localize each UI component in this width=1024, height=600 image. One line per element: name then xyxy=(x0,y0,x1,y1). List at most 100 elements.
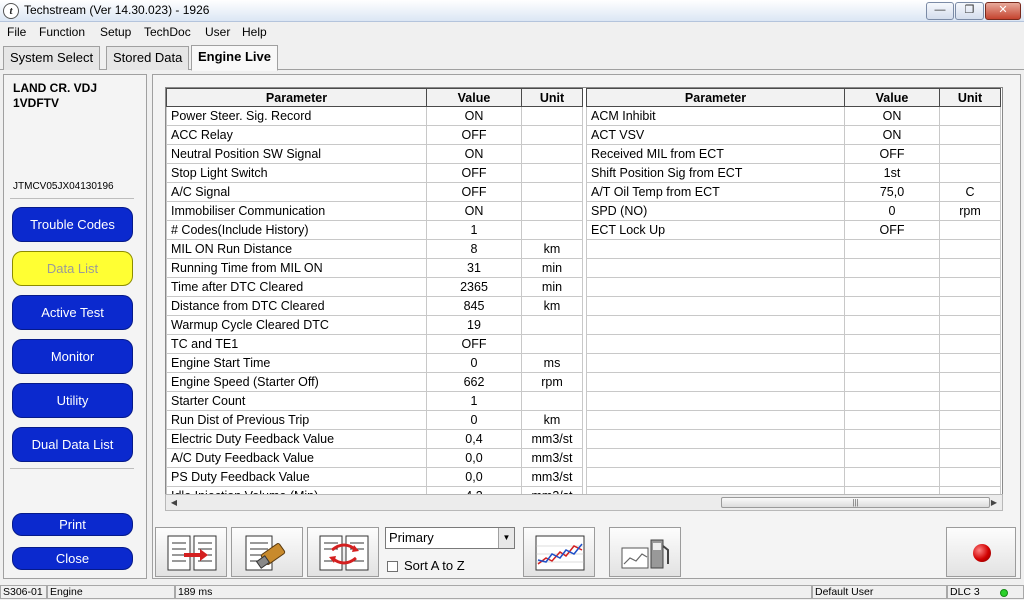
monitor-button[interactable]: Monitor xyxy=(12,339,133,374)
table-row[interactable] xyxy=(586,277,1001,297)
sort-a-to-z-checkbox[interactable] xyxy=(387,561,398,572)
list-swap-icon xyxy=(319,535,369,571)
table-row[interactable]: # Codes(Include History) 1 xyxy=(166,220,583,240)
table-row[interactable] xyxy=(586,296,1001,316)
tab-engine-live[interactable]: Engine Live xyxy=(191,45,278,71)
tab-stored-data[interactable]: Stored Data xyxy=(106,46,190,70)
cell-value: 31 xyxy=(426,258,522,278)
table-row[interactable]: Shift Position Sig from ECT 1st xyxy=(586,163,1001,183)
table-row[interactable]: TC and TE1 OFF xyxy=(166,334,583,354)
column-header-value[interactable]: Value xyxy=(844,88,940,107)
cell-value: OFF xyxy=(844,144,940,164)
status-system: Engine xyxy=(47,585,175,599)
menu-file[interactable]: File xyxy=(7,25,26,39)
cell-parameter xyxy=(586,239,845,259)
menu-function[interactable]: Function xyxy=(39,25,85,39)
table-row[interactable]: Received MIL from ECT OFF xyxy=(586,144,1001,164)
record-button[interactable] xyxy=(946,527,1016,577)
table-row[interactable] xyxy=(586,467,1001,487)
table-row[interactable]: Warmup Cycle Cleared DTC 19 xyxy=(166,315,583,335)
table-row[interactable] xyxy=(586,334,1001,354)
column-header-value[interactable]: Value xyxy=(426,88,522,107)
scroll-right-icon[interactable]: ▶ xyxy=(987,496,1001,509)
display-mode-select[interactable]: Primary ▼ xyxy=(385,527,515,549)
cell-unit xyxy=(939,334,1001,354)
minimize-button[interactable]: — xyxy=(926,2,954,20)
table-row[interactable]: A/C Duty Feedback Value 0,0 mm3/st xyxy=(166,448,583,468)
table-row[interactable] xyxy=(586,410,1001,430)
table-row[interactable]: Engine Start Time 0 ms xyxy=(166,353,583,373)
dual-data-list-button[interactable]: Dual Data List xyxy=(12,427,133,462)
table-row[interactable]: ECT Lock Up OFF xyxy=(586,220,1001,240)
tab-bar: System Select Stored Data Engine Live xyxy=(0,42,1024,71)
table-row[interactable] xyxy=(586,448,1001,468)
maximize-button[interactable]: ❐ xyxy=(955,2,984,20)
trouble-codes-button[interactable]: Trouble Codes xyxy=(12,207,133,242)
scroll-left-icon[interactable]: ◀ xyxy=(167,496,181,509)
cell-unit xyxy=(939,144,1001,164)
data-list-button[interactable]: Data List xyxy=(12,251,133,286)
divider xyxy=(10,468,134,469)
cell-parameter: ECT Lock Up xyxy=(586,220,845,240)
column-header-unit[interactable]: Unit xyxy=(521,88,583,107)
table-row[interactable] xyxy=(586,258,1001,278)
table-row[interactable]: A/C Signal OFF xyxy=(166,182,583,202)
table-row[interactable]: ACC Relay OFF xyxy=(166,125,583,145)
list-select-button[interactable] xyxy=(155,527,227,577)
column-header-parameter[interactable]: Parameter xyxy=(586,88,845,107)
table-row[interactable]: Distance from DTC Cleared 845 km xyxy=(166,296,583,316)
close-button[interactable]: Close xyxy=(12,547,133,570)
data-list-grid[interactable]: Parameter Value Unit Power Steer. Sig. R… xyxy=(165,87,1003,511)
utility-button[interactable]: Utility xyxy=(12,383,133,418)
scrollbar-thumb[interactable]: ||| xyxy=(721,497,990,508)
menu-techdoc[interactable]: TechDoc xyxy=(144,25,191,39)
table-row[interactable] xyxy=(586,353,1001,373)
menu-help[interactable]: Help xyxy=(242,25,267,39)
cell-unit: min xyxy=(521,277,583,297)
cell-value xyxy=(844,372,940,392)
graph-button[interactable] xyxy=(523,527,595,577)
fuel-graph-button[interactable] xyxy=(609,527,681,577)
table-row[interactable] xyxy=(586,239,1001,259)
menu-user[interactable]: User xyxy=(205,25,230,39)
table-row[interactable]: Stop Light Switch OFF xyxy=(166,163,583,183)
chevron-down-icon[interactable]: ▼ xyxy=(498,528,514,548)
table-row[interactable]: A/T Oil Temp from ECT 75,0 C xyxy=(586,182,1001,202)
table-row[interactable]: Time after DTC Cleared 2365 min xyxy=(166,277,583,297)
column-header-unit[interactable]: Unit xyxy=(939,88,1001,107)
table-row[interactable]: ACM Inhibit ON xyxy=(586,106,1001,126)
cell-parameter: ACC Relay xyxy=(166,125,427,145)
cell-unit xyxy=(521,182,583,202)
table-row[interactable]: Electric Duty Feedback Value 0,4 mm3/st xyxy=(166,429,583,449)
table-row[interactable] xyxy=(586,391,1001,411)
column-header-parameter[interactable]: Parameter xyxy=(166,88,427,107)
table-row[interactable]: Running Time from MIL ON 31 min xyxy=(166,258,583,278)
cell-unit xyxy=(521,144,583,164)
table-row[interactable] xyxy=(586,315,1001,335)
cell-parameter: Stop Light Switch xyxy=(166,163,427,183)
table-row[interactable] xyxy=(586,372,1001,392)
menu-setup[interactable]: Setup xyxy=(100,25,131,39)
table-row[interactable]: SPD (NO) 0 rpm xyxy=(586,201,1001,221)
table-row[interactable]: MIL ON Run Distance 8 km xyxy=(166,239,583,259)
table-row[interactable]: Power Steer. Sig. Record ON xyxy=(166,106,583,126)
table-row[interactable]: ACT VSV ON xyxy=(586,125,1001,145)
table-row[interactable]: Run Dist of Previous Trip 0 km xyxy=(166,410,583,430)
table-row[interactable]: Neutral Position SW Signal ON xyxy=(166,144,583,164)
horizontal-scrollbar[interactable]: ◀ ||| ▶ xyxy=(165,494,1003,511)
print-button[interactable]: Print xyxy=(12,513,133,536)
active-test-button[interactable]: Active Test xyxy=(12,295,133,330)
table-row[interactable] xyxy=(586,429,1001,449)
table-row[interactable]: PS Duty Feedback Value 0,0 mm3/st xyxy=(166,467,583,487)
cell-parameter xyxy=(586,448,845,468)
snapshot-button[interactable] xyxy=(231,527,303,577)
table-row[interactable]: Engine Speed (Starter Off) 662 rpm xyxy=(166,372,583,392)
cell-unit xyxy=(521,391,583,411)
table-row[interactable]: Starter Count 1 xyxy=(166,391,583,411)
cell-unit xyxy=(939,277,1001,297)
cell-parameter: Electric Duty Feedback Value xyxy=(166,429,427,449)
table-row[interactable]: Immobiliser Communication ON xyxy=(166,201,583,221)
tab-system-select[interactable]: System Select xyxy=(3,46,101,70)
close-window-button[interactable]: ✕ xyxy=(985,2,1021,20)
list-swap-button[interactable] xyxy=(307,527,379,577)
